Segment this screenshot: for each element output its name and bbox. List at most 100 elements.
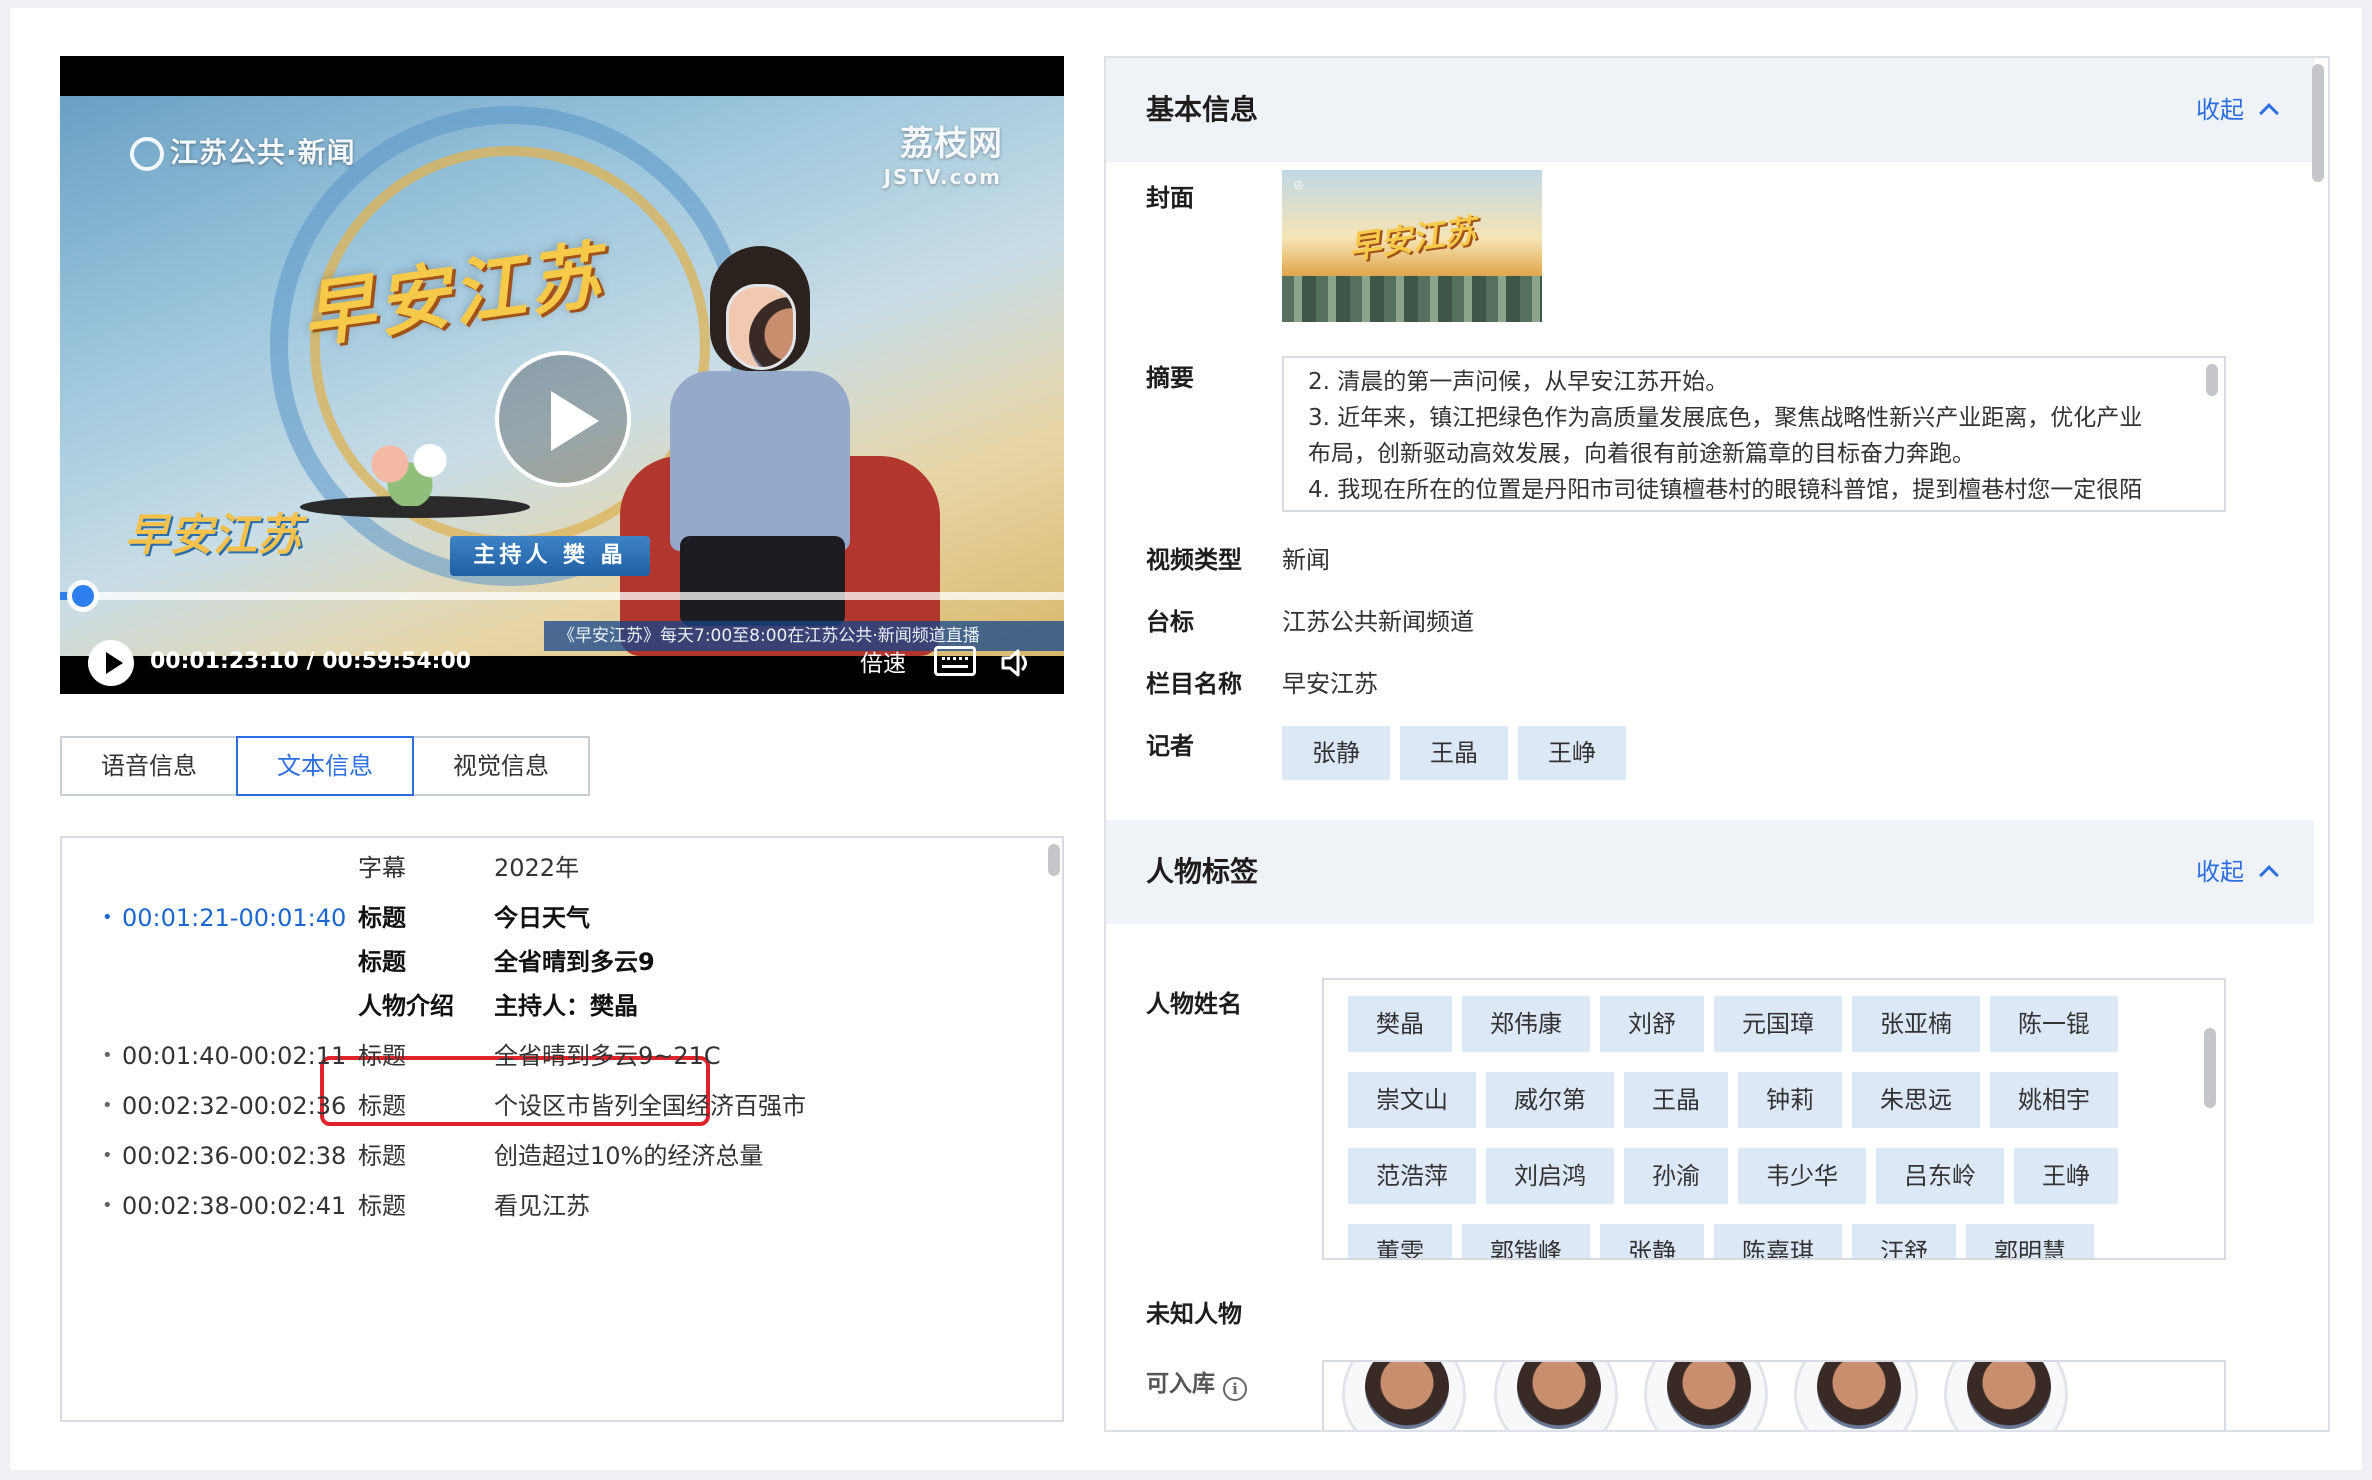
person-tag[interactable]: 陈一锟 (1990, 996, 2118, 1052)
person-tag[interactable]: 范浩萍 (1348, 1148, 1476, 1204)
person-tag[interactable]: 刘启鸿 (1486, 1148, 1614, 1204)
person-tag[interactable]: 吕东岭 (1876, 1148, 2004, 1204)
basic-info-title: 基本信息 (1146, 93, 1259, 126)
play-overlay-button[interactable] (495, 351, 631, 487)
person-tag[interactable]: 钟莉 (1738, 1072, 1842, 1128)
unknown-face-avatar[interactable] (1644, 1362, 1768, 1430)
person-tag[interactable]: 张静 (1600, 1224, 1704, 1258)
summary-line: 4. 我现在所在的位置是丹阳市司徒镇檀巷村的眼镜科普馆，提到檀巷村您一定很陌 (1308, 477, 2143, 503)
text-row[interactable]: 00:02:32-00:02:36 标题 个设区市皆列全国经济百强市 (62, 1084, 1062, 1128)
progress-handle[interactable] (67, 580, 100, 612)
reporter-tag[interactable]: 王峥 (1518, 726, 1626, 780)
host-nameplate: 主持人 樊 晶 (450, 536, 650, 576)
playback-speed-button[interactable]: 倍速 (860, 644, 906, 684)
reporter-tag[interactable]: 张静 (1282, 726, 1390, 780)
summary-scrollbar[interactable] (2206, 364, 2218, 396)
video-player[interactable]: 江苏公共·新闻 荔枝网 JSTV.com 早安江苏 主持人 樊 晶 早安江苏 《… (60, 56, 1064, 694)
video-frame[interactable]: 江苏公共·新闻 荔枝网 JSTV.com 早安江苏 主持人 樊 晶 早安江苏 《… (60, 96, 1064, 656)
summary-line: 布局，创新驱动高效发展，向着很有前途新篇章的目标奋力奔跑。 (1308, 441, 1975, 467)
text-list-scrollbar[interactable] (1048, 844, 1060, 876)
text-row-label: 标题 (358, 1142, 406, 1170)
text-row[interactable]: 00:01:40-00:02:11 标题 全省晴到多云9~21C (62, 1034, 1062, 1078)
person-tag[interactable]: 元国璋 (1714, 996, 1842, 1052)
person-tag[interactable]: 朱思远 (1852, 1072, 1980, 1128)
summary-box[interactable]: 2. 清晨的第一声问候，从早安江苏开始。 3. 近年来，镇江把绿色作为高质量发展… (1282, 356, 2226, 512)
tab-speech-info[interactable]: 语音信息 (60, 736, 238, 796)
collapse-label: 收起 (2196, 96, 2244, 124)
cover-label: 封面 (1146, 184, 1194, 212)
text-row-value: 全省晴到多云9~21C (494, 1042, 721, 1070)
chevron-up-icon (2259, 103, 2279, 123)
person-tag[interactable]: 崇文山 (1348, 1072, 1476, 1128)
person-tag[interactable]: 董雯 (1348, 1224, 1452, 1258)
reporter-label: 记者 (1146, 732, 1194, 760)
people-tags-collapse-button[interactable]: 收起 (2196, 820, 2279, 924)
text-row-time[interactable]: 00:02:32-00:02:36 (102, 1084, 346, 1128)
unknown-face-avatar[interactable] (1494, 1362, 1618, 1430)
cover-city-skyline (1282, 276, 1542, 322)
unknown-face-avatar[interactable] (1342, 1362, 1466, 1430)
unknown-face-avatar[interactable] (1944, 1362, 2068, 1430)
text-row-value: 创造超过10%的经济总量 (494, 1142, 764, 1170)
person-tag[interactable]: 刘舒 (1600, 996, 1704, 1052)
basic-info-collapse-button[interactable]: 收起 (2196, 58, 2279, 162)
text-row-time[interactable]: 00:01:21-00:01:40 (102, 896, 346, 940)
person-tag[interactable]: 郭明慧 (1966, 1224, 2094, 1258)
info-icon[interactable]: i (1223, 1377, 1247, 1401)
person-tag[interactable]: 张亚楠 (1852, 996, 1980, 1052)
person-tag[interactable]: 孙渝 (1624, 1148, 1728, 1204)
text-info-panel[interactable]: 字幕 2022年 00:01:21-00:01:40 标题 今日天气 标题 全省… (60, 836, 1064, 1422)
person-tag[interactable]: 韦少华 (1738, 1148, 1866, 1204)
person-tag[interactable]: 樊晶 (1348, 996, 1452, 1052)
text-row-label: 标题 (358, 1192, 406, 1220)
person-tag-row: 董雯 郭锴峰 张静 陈嘉琪 汪舒 郭明慧 (1348, 1224, 2224, 1258)
person-tag[interactable]: 郭锴峰 (1462, 1224, 1590, 1258)
unknown-face-avatar[interactable] (1794, 1362, 1918, 1430)
reporter-tag[interactable]: 王晶 (1400, 726, 1508, 780)
text-row-active[interactable]: 00:01:21-00:01:40 标题 今日天气 (62, 896, 1062, 940)
channel-logo: 江苏公共·新闻 (130, 131, 356, 171)
text-row[interactable]: 00:02:36-00:02:38 标题 创造超过10%的经济总量 (62, 1134, 1062, 1178)
unknown-person-label: 未知人物 (1146, 1300, 1242, 1328)
cover-logo-text: 早安江苏 (1346, 211, 1479, 267)
text-row-value: 主持人：樊晶 (494, 992, 638, 1020)
cover-thumbnail[interactable]: ◎ 早安江苏 (1282, 170, 1542, 322)
program-name-value: 早安江苏 (1282, 670, 1378, 698)
video-progress-bar[interactable] (60, 580, 1064, 612)
station-logo-value: 江苏公共新闻频道 (1282, 608, 1474, 636)
tab-text-info[interactable]: 文本信息 (236, 736, 414, 796)
text-row[interactable]: 00:02:38-00:02:41 标题 看见江苏 (62, 1184, 1062, 1228)
person-tag[interactable]: 王晶 (1624, 1072, 1728, 1128)
summary-label: 摘要 (1146, 364, 1194, 392)
person-names-scrollbar[interactable] (2204, 1028, 2216, 1108)
play-icon[interactable] (88, 640, 134, 686)
text-row-value: 今日天气 (494, 904, 590, 932)
unknown-faces-box[interactable] (1322, 1360, 2226, 1430)
detail-panel[interactable]: 基本信息 收起 封面 ◎ 早安江苏 摘要 2. 清晨的第一声问候，从早安江苏开始… (1104, 56, 2330, 1432)
text-row-label: 字幕 (358, 854, 406, 882)
chevron-up-icon (2259, 865, 2279, 885)
person-tag[interactable]: 威尔第 (1486, 1072, 1614, 1128)
basic-info-header: 基本信息 收起 (1106, 58, 2314, 162)
detail-panel-scrollbar[interactable] (2312, 64, 2324, 182)
person-names-box[interactable]: 樊晶 郑伟康 刘舒 元国璋 张亚楠 陈一锟 崇文山 威尔第 王晶 钟莉 朱思远 … (1322, 978, 2226, 1260)
person-tag[interactable]: 王峥 (2014, 1148, 2118, 1204)
video-type-label: 视频类型 (1146, 546, 1242, 574)
subtitles-icon[interactable] (934, 646, 976, 676)
people-tags-header: 人物标签 收起 (1106, 820, 2314, 924)
text-row-label: 标题 (358, 1042, 406, 1070)
text-row: 字幕 2022年 (62, 846, 1062, 890)
text-row-time[interactable]: 00:01:40-00:02:11 (102, 1034, 346, 1078)
text-row-time[interactable]: 00:02:38-00:02:41 (102, 1184, 346, 1228)
person-tag[interactable]: 汪舒 (1852, 1224, 1956, 1258)
person-tag[interactable]: 姚相宇 (1990, 1072, 2118, 1128)
collapse-label: 收起 (2196, 858, 2244, 886)
reporter-tags: 张静 王晶 王峥 (1282, 726, 1626, 780)
people-tags-title: 人物标签 (1146, 855, 1259, 888)
tab-visual-info[interactable]: 视觉信息 (412, 736, 590, 796)
person-tag[interactable]: 陈嘉琪 (1714, 1224, 1842, 1258)
person-tag[interactable]: 郑伟康 (1462, 996, 1590, 1052)
volume-icon[interactable] (1000, 646, 1034, 680)
text-row-time[interactable]: 00:02:36-00:02:38 (102, 1134, 346, 1178)
storable-label: 可入库 i (1146, 1364, 1247, 1401)
